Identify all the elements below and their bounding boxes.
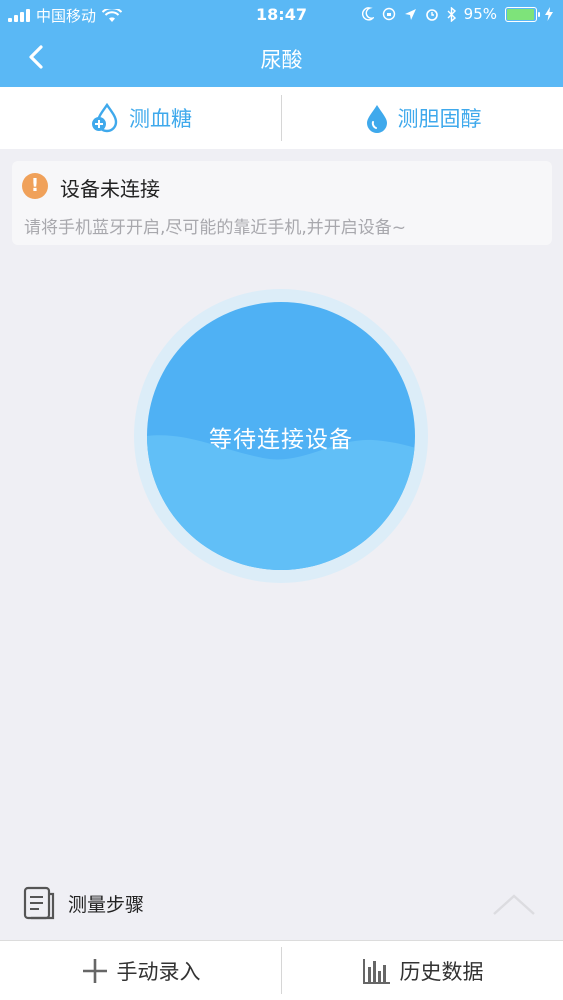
history-data-label: 历史数据 bbox=[399, 959, 484, 984]
location-arrow-icon bbox=[404, 8, 416, 20]
plus-icon bbox=[82, 958, 107, 983]
document-icon bbox=[23, 886, 55, 920]
device-alert-card: ! 设备未连接 请将手机蓝牙开启,尽可能的靠近手机,并开启设备~ bbox=[12, 161, 552, 245]
bar-chart-icon bbox=[362, 958, 390, 984]
moon-icon bbox=[361, 7, 374, 21]
alert-description: 请将手机蓝牙开启,尽可能的靠近手机,并开启设备~ bbox=[24, 218, 407, 238]
top-bar: 中国移动 18:47 95% 尿酸 bbox=[0, 0, 563, 87]
warning-icon: ! bbox=[22, 173, 48, 199]
status-right: 95% bbox=[361, 5, 553, 23]
tab-blood-sugar-label: 测血糖 bbox=[129, 107, 192, 131]
history-data-button[interactable]: 历史数据 bbox=[282, 941, 563, 1000]
tab-blood-sugar[interactable]: 测血糖 bbox=[0, 87, 281, 149]
water-drop-icon bbox=[366, 105, 387, 133]
measure-steps-label: 测量步骤 bbox=[68, 893, 145, 916]
measure-steps[interactable]: 测量步骤 bbox=[22, 886, 144, 920]
nav-bar: 尿酸 bbox=[0, 30, 563, 87]
bottom-bar: 手动录入 历史数据 bbox=[0, 940, 563, 1000]
page-title: 尿酸 bbox=[260, 48, 303, 72]
device-status-circle[interactable]: 等待连接设备 bbox=[133, 288, 429, 584]
battery-percent: 95% bbox=[463, 5, 497, 23]
chevron-up-icon[interactable] bbox=[492, 890, 536, 918]
battery-icon bbox=[505, 6, 540, 22]
blood-drop-plus-icon bbox=[92, 102, 118, 133]
tab-cholesterol[interactable]: 测胆固醇 bbox=[282, 87, 563, 149]
manual-entry-label: 手动录入 bbox=[116, 959, 201, 984]
device-circle-label: 等待连接设备 bbox=[209, 427, 353, 453]
bluetooth-icon bbox=[447, 6, 456, 22]
alert-title: 设备未连接 bbox=[60, 177, 160, 201]
lock-rotation-icon bbox=[382, 7, 395, 21]
tab-cholesterol-label: 测胆固醇 bbox=[397, 107, 482, 131]
manual-entry-button[interactable]: 手动录入 bbox=[0, 941, 281, 1000]
status-bar: 中国移动 18:47 95% bbox=[0, 0, 563, 30]
measure-tabs: 测血糖 测胆固醇 bbox=[0, 87, 563, 149]
charging-bolt-icon bbox=[545, 7, 553, 21]
alarm-icon bbox=[425, 9, 438, 21]
